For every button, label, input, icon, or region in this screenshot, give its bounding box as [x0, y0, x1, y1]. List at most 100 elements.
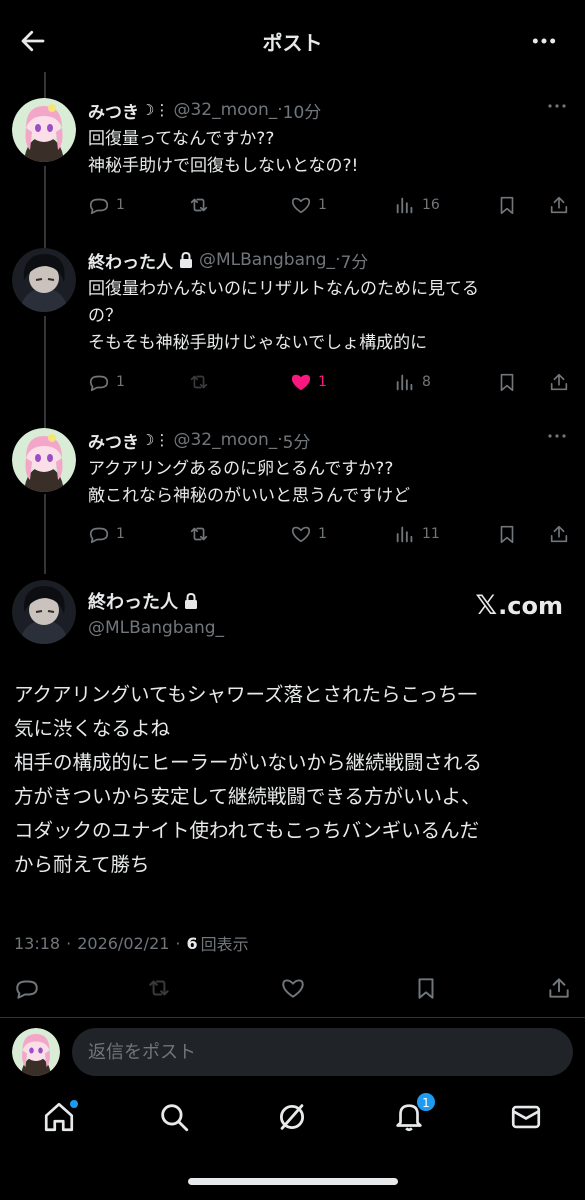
user-handle[interactable]: @MLBangbang_ [199, 250, 335, 270]
like-button[interactable]: 1 [290, 370, 327, 394]
reply-icon [16, 980, 38, 999]
repost-button[interactable] [188, 522, 210, 546]
tweet-more-icon[interactable] [545, 98, 569, 118]
share-button[interactable] [546, 976, 572, 1000]
bookmark-icon [418, 978, 434, 999]
tweet-more-icon[interactable] [545, 428, 569, 448]
heart-filled-icon [291, 374, 311, 391]
tweet-line: コダックのユナイト使われてもこっちバンギいるんだ [14, 819, 480, 842]
bookmark-icon [500, 373, 514, 392]
like-count: 1 [318, 526, 327, 542]
reply-button[interactable]: 1 [88, 193, 125, 217]
mail-icon [511, 1105, 541, 1129]
tweet-line: 相手の構成的にヒーラーがいないから継続戦闘される [14, 751, 483, 774]
heart-icon [291, 526, 311, 543]
views-button[interactable]: 8 [394, 370, 431, 394]
timestamp[interactable]: 10分 [283, 98, 322, 123]
like-count: 1 [318, 197, 327, 213]
thread-line [44, 72, 46, 100]
watermark-text: .com [498, 591, 563, 620]
display-name[interactable]: みつき [88, 98, 139, 123]
tweet-line: 敵これなら神秘のがいいと思うんですけど [88, 486, 411, 506]
views-count: 11 [422, 526, 440, 542]
display-name[interactable]: みつき [88, 428, 139, 453]
display-name[interactable]: 終わった人 [88, 588, 178, 614]
separator: · [175, 933, 181, 953]
avatar[interactable] [12, 580, 76, 644]
tweet-text: アクアリングいてもシャワーズ落とされたらこっち一 気に渋くなるよね 相手の構成的… [14, 678, 574, 882]
tweet-line: の？ [88, 306, 122, 326]
repost-button[interactable] [188, 193, 210, 217]
views-count: 6 [186, 933, 198, 953]
display-name[interactable]: 終わった人 [88, 248, 173, 273]
bookmark-button[interactable] [496, 370, 518, 394]
bookmark-icon [500, 196, 514, 215]
x-com-watermark: 𝕏 .com [475, 590, 563, 621]
divider [0, 1017, 585, 1018]
bookmark-button[interactable] [413, 976, 439, 1000]
more-options-icon[interactable] [531, 28, 557, 54]
like-button[interactable]: 1 [290, 522, 327, 546]
tweet-line: 方がきついから安定して継続戦闘できる方がいいよ、 [14, 785, 481, 808]
tab-notifications[interactable]: 1 [392, 1092, 436, 1134]
thread-tweet[interactable]: みつき ☽⋮ @32_moon_ · 10分 回復量ってなんですか?? 神秘手助け… [0, 98, 585, 228]
repost-button[interactable] [146, 976, 172, 1000]
heart-icon [282, 979, 304, 998]
reply-count: 1 [116, 526, 125, 542]
share-button[interactable] [548, 370, 570, 394]
like-count: 1 [318, 374, 327, 390]
thread-tweet[interactable]: 終わった人 @MLBangbang_ · 7分 回復量わかんないのにリザルトなん… [0, 248, 585, 408]
avatar[interactable] [12, 248, 76, 312]
reply-button[interactable]: 1 [88, 370, 125, 394]
like-button[interactable]: 1 [290, 193, 327, 217]
views-label: 回表示 [200, 935, 249, 954]
reply-bar [0, 1024, 585, 1080]
tab-messages[interactable] [509, 1100, 543, 1134]
tweet-header: みつき ☽⋮ @32_moon_ · 5分 [88, 428, 311, 453]
timestamp[interactable]: 5分 [283, 428, 311, 453]
thread-tweet[interactable]: みつき ☽⋮ @32_moon_ · 5分 アクアリングあるのに卵とるんですか?… [0, 428, 585, 558]
views-button[interactable]: 11 [394, 522, 440, 546]
repost-icon [149, 980, 169, 996]
repost-icon [190, 375, 208, 389]
share-button[interactable] [548, 193, 570, 217]
tab-grok[interactable] [275, 1100, 309, 1134]
bookmark-button[interactable] [496, 522, 518, 546]
post-date[interactable]: 2026/02/21 [77, 934, 169, 953]
reply-button[interactable]: 1 [88, 522, 125, 546]
repost-button[interactable] [188, 370, 210, 394]
tweet-header: みつき ☽⋮ @32_moon_ · 10分 [88, 98, 322, 123]
timestamp[interactable]: 7分 [340, 248, 368, 273]
tab-home[interactable] [42, 1100, 78, 1134]
tweet-actions [0, 976, 585, 1002]
avatar[interactable] [12, 98, 76, 162]
tweet-text: アクアリングあるのに卵とるんですか?? 敵これなら神秘のがいいと思うんですけど [88, 456, 410, 510]
reply-button[interactable] [14, 976, 40, 1000]
tweet-line: 回復量ってなんですか?? [88, 129, 275, 149]
tweet-header: 終わった人 @MLBangbang_ · 7分 [88, 248, 368, 273]
post-time[interactable]: 13:18 [14, 934, 60, 953]
home-indicator [188, 1178, 398, 1185]
focused-tweet: 終わった人 @MLBangbang_ 𝕏 .com アクアリングいてもシャワーズ落… [0, 578, 585, 1018]
grok-icon [279, 1104, 305, 1130]
avatar[interactable] [12, 1028, 60, 1076]
repost-icon [190, 527, 208, 541]
reply-input[interactable] [72, 1028, 573, 1076]
reply-icon [89, 527, 109, 544]
bookmark-button[interactable] [496, 193, 518, 217]
user-handle[interactable]: @32_moon_ [173, 430, 277, 450]
user-handle[interactable]: @MLBangbang_ [88, 618, 224, 638]
user-handle[interactable]: @32_moon_ [173, 100, 277, 120]
tweet-line: そもそも神秘手助けじゃないでしょ構成的に [88, 333, 428, 353]
views-button[interactable]: 16 [394, 193, 440, 217]
home-notification-dot [70, 1100, 78, 1108]
avatar[interactable] [12, 428, 76, 492]
tab-search[interactable] [157, 1100, 191, 1134]
tweet-line: 気に渋くなるよね [14, 717, 171, 740]
name-suffix: ☽⋮ [141, 101, 170, 119]
header: ポスト [0, 0, 585, 80]
like-button[interactable] [280, 976, 306, 1000]
share-button[interactable] [548, 522, 570, 546]
repost-icon [190, 198, 208, 212]
views-count: 16 [422, 197, 440, 213]
